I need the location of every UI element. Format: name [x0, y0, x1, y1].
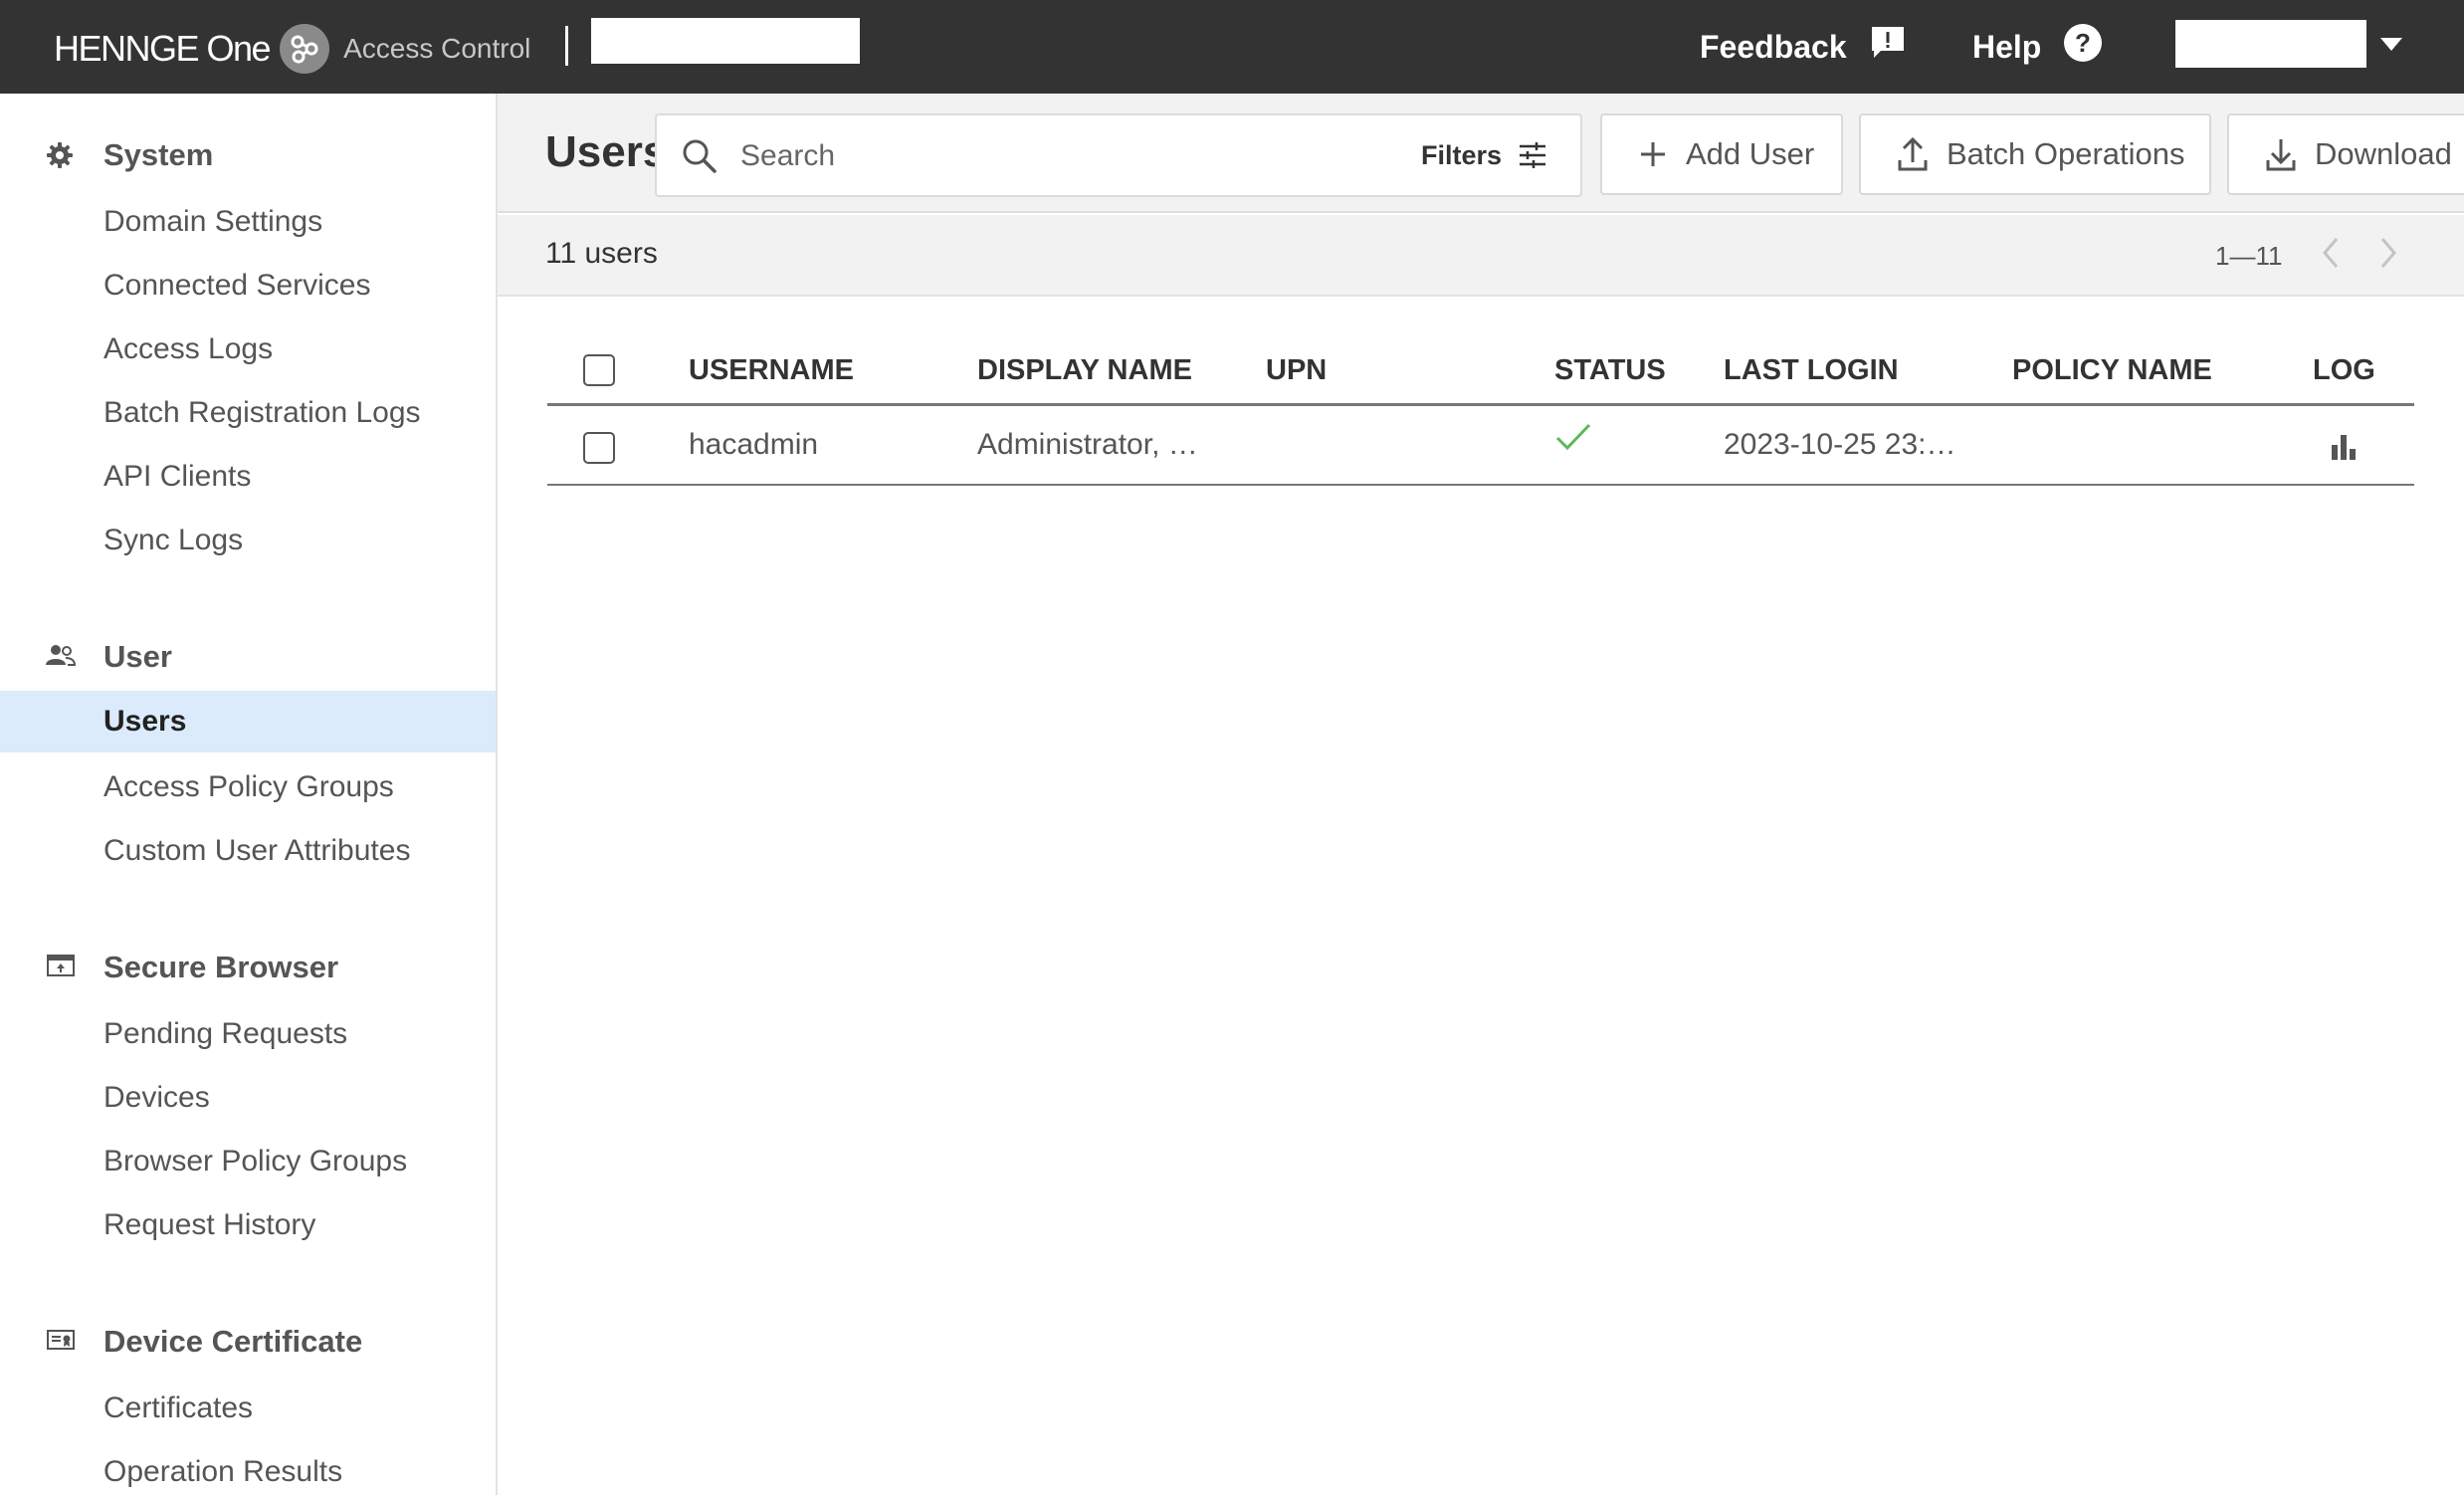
table-header: USERNAME DISPLAY NAME UPN STATUS LAST LO… [547, 332, 2414, 406]
column-header-upn[interactable]: UPN [1266, 354, 1327, 387]
sidebar-item-batch-registration-logs[interactable]: Batch Registration Logs [0, 382, 496, 444]
help-label: Help [1972, 28, 2042, 65]
brand-name: HENNGE One [54, 28, 272, 69]
sliders-icon [1518, 141, 1547, 169]
column-header-policy-name[interactable]: POLICY NAME [2012, 354, 2212, 387]
bar-chart-icon[interactable] [2329, 432, 2359, 470]
sidebar-section-system: System [0, 125, 496, 181]
brand-mark-icon [280, 24, 330, 74]
column-header-username[interactable]: USERNAME [689, 354, 854, 387]
sidebar-item-custom-user-attributes[interactable]: Custom User Attributes [0, 820, 496, 882]
display-name-cell: Administrator, … [977, 428, 1198, 461]
last-login-cell: 2023-10-25 23:… [1724, 428, 1956, 461]
sidebar-section-label: Secure Browser [103, 950, 339, 984]
product-name: Access Control [343, 33, 531, 64]
batch-operations-label: Batch Operations [1947, 136, 2185, 171]
sidebar-section-label: Device Certificate [103, 1324, 363, 1359]
search-icon [681, 137, 719, 180]
sidebar-item-users[interactable]: Users [0, 691, 496, 752]
feedback-link[interactable]: Feedback [1700, 24, 1907, 70]
add-user-button[interactable]: Add User [1600, 113, 1843, 195]
chevron-right-icon[interactable] [2376, 235, 2400, 276]
upload-icon [1897, 136, 1929, 172]
username-cell[interactable]: hacadmin [689, 428, 818, 462]
toolbar: Users Filters [498, 94, 2464, 213]
sidebar-item-operation-results[interactable]: Operation Results [0, 1441, 496, 1495]
page-title: Users [545, 127, 668, 176]
sidebar-item-connected-services[interactable]: Connected Services [0, 255, 496, 317]
page-range: 1—11 [2215, 241, 2283, 271]
chevron-left-icon[interactable] [2319, 235, 2343, 276]
column-header-log: LOG [2313, 354, 2375, 386]
svg-text:?: ? [2075, 28, 2091, 58]
sidebar-item-access-policy-groups[interactable]: Access Policy Groups [0, 756, 496, 818]
column-header-last-login[interactable]: LAST LOGIN [1724, 354, 1899, 387]
download-label: Download [2315, 136, 2452, 171]
results-summary-bar: 11 users 1—11 [498, 215, 2464, 297]
header-divider [565, 26, 568, 66]
table-row[interactable]: hacadmin Administrator, … 2023-10-25 23:… [547, 406, 2414, 486]
sidebar-section-label: System [103, 137, 214, 172]
plus-icon [1638, 139, 1668, 169]
account-menu-caret-icon[interactable] [2380, 38, 2402, 51]
sidebar-section-label: User [103, 639, 172, 674]
filters-label: Filters [1421, 139, 1503, 170]
row-checkbox[interactable] [583, 432, 615, 464]
search-input[interactable] [740, 129, 1337, 183]
feedback-icon [1869, 24, 1907, 70]
sidebar-item-domain-settings[interactable]: Domain Settings [0, 191, 496, 253]
help-icon: ? [2063, 23, 2103, 71]
organization-name-box [591, 18, 860, 64]
help-link[interactable]: Help ? [1972, 24, 2103, 70]
user-count: 11 users [545, 237, 658, 270]
sidebar-section-device-certificate: Device Certificate [0, 1312, 496, 1368]
sidebar-item-sync-logs[interactable]: Sync Logs [0, 510, 496, 571]
top-bar: HENNGE One Access Control Feedback Help [0, 0, 2464, 94]
column-header-status[interactable]: STATUS [1554, 354, 1666, 387]
sidebar-item-pending-requests[interactable]: Pending Requests [0, 1003, 496, 1065]
sidebar-section-secure-browser: Secure Browser [0, 938, 496, 993]
certificate-icon [46, 1328, 76, 1352]
main-content: Users Filters [498, 94, 2464, 1495]
column-header-display-name[interactable]: DISPLAY NAME [977, 354, 1192, 387]
gear-icon [46, 141, 76, 168]
sidebar-item-request-history[interactable]: Request History [0, 1194, 496, 1256]
sidebar: System Domain Settings Connected Service… [0, 94, 498, 1495]
feedback-label: Feedback [1700, 28, 1847, 65]
account-name-box[interactable] [2175, 20, 2366, 68]
select-all-checkbox[interactable] [583, 354, 615, 386]
browser-icon [46, 954, 76, 977]
sidebar-item-api-clients[interactable]: API Clients [0, 446, 496, 508]
sidebar-item-access-logs[interactable]: Access Logs [0, 319, 496, 380]
status-active-check-icon [1554, 422, 1592, 462]
download-button[interactable]: Download [2227, 113, 2464, 195]
app-logo[interactable]: HENNGE One Access Control [54, 24, 530, 74]
add-user-label: Add User [1686, 136, 1815, 171]
sidebar-item-certificates[interactable]: Certificates [0, 1378, 496, 1439]
filters-button[interactable]: Filters [1397, 113, 1582, 197]
sidebar-section-user: User [0, 627, 496, 683]
batch-operations-button[interactable]: Batch Operations [1859, 113, 2211, 195]
sidebar-item-devices[interactable]: Devices [0, 1067, 496, 1129]
download-icon [2265, 136, 2297, 172]
sidebar-item-browser-policy-groups[interactable]: Browser Policy Groups [0, 1131, 496, 1192]
people-icon [46, 643, 77, 667]
